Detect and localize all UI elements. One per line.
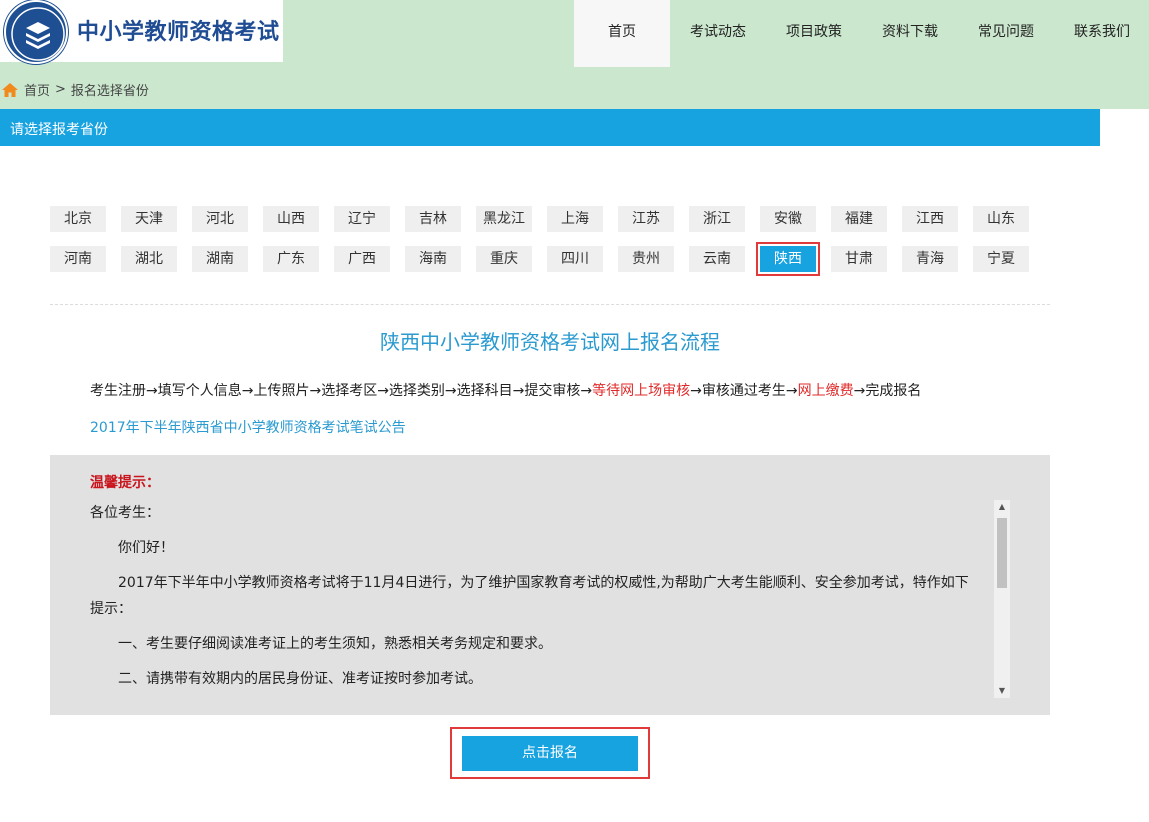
province-button[interactable]: 吉林 <box>405 206 461 232</box>
province-button[interactable]: 辽宁 <box>334 206 390 232</box>
province-button[interactable]: 宁夏 <box>973 246 1029 272</box>
tips-content[interactable]: 各位考生： 你们好！ 2017年下半年中小学教师资格考试将于11月4日进行，为了… <box>90 500 980 698</box>
scroll-down-icon[interactable]: ▼ <box>994 684 1010 698</box>
breadcrumb-home-link[interactable]: 首页 <box>24 80 50 99</box>
logo-emblem-icon <box>4 0 68 64</box>
province-button[interactable]: 福建 <box>831 206 887 232</box>
nav-faq[interactable]: 常见问题 <box>958 0 1054 67</box>
province-button[interactable]: 天津 <box>121 206 177 232</box>
flow-steps-a: 考生注册→填写个人信息→上传照片→选择考区→选择类别→选择科目→提交审核→ <box>90 383 593 399</box>
flow-title: 陕西中小学教师资格考试网上报名流程 <box>380 330 720 354</box>
province-button[interactable]: 江苏 <box>618 206 674 232</box>
province-button[interactable]: 山西 <box>263 206 319 232</box>
section-header: 请选择报考省份 <box>0 109 1100 146</box>
register-button-highlight: 点击报名 <box>450 727 650 779</box>
nav-downloads[interactable]: 资料下载 <box>862 0 958 67</box>
scroll-up-icon[interactable]: ▲ <box>994 500 1010 514</box>
province-button-selected[interactable]: 陕西 <box>756 242 820 276</box>
province-selector: 北京 天津 河北 山西 辽宁 吉林 黑龙江 上海 江苏 浙江 安徽 福建 江西 … <box>50 206 1050 286</box>
exam-notice-link[interactable]: 2017年下半年陕西省中小学教师资格考试笔试公告 <box>90 417 406 437</box>
province-button[interactable]: 河南 <box>50 246 106 272</box>
province-button[interactable]: 云南 <box>689 246 745 272</box>
tips-title: 温馨提示： <box>90 475 160 491</box>
province-button[interactable]: 江西 <box>902 206 958 232</box>
nav-contact[interactable]: 联系我们 <box>1054 0 1149 67</box>
scroll-thumb[interactable] <box>997 518 1007 588</box>
home-icon <box>2 82 18 97</box>
breadcrumb-bar: 首页 > 报名选择省份 <box>0 67 1149 109</box>
tips-hello: 你们好！ <box>118 540 174 556</box>
breadcrumb-current: 报名选择省份 <box>70 84 149 99</box>
province-button[interactable]: 重庆 <box>476 246 532 272</box>
tips-box: 温馨提示： 各位考生： 你们好！ 2017年下半年中小学教师资格考试将于11月4… <box>50 455 1050 715</box>
nav-policy[interactable]: 项目政策 <box>766 0 862 67</box>
province-button[interactable]: 甘肃 <box>831 246 887 272</box>
province-button[interactable]: 广西 <box>334 246 390 272</box>
province-button[interactable]: 北京 <box>50 206 106 232</box>
section-title: 请选择报考省份 <box>10 122 108 138</box>
province-button[interactable]: 海南 <box>405 246 461 272</box>
province-button[interactable]: 浙江 <box>689 206 745 232</box>
tips-paragraph: 2017年下半年中小学教师资格考试将于11月4日进行，为了维护国家教育考试的权威… <box>90 575 969 617</box>
province-button[interactable]: 上海 <box>547 206 603 232</box>
registration-flow: 考生注册→填写个人信息→上传照片→选择考区→选择类别→选择科目→提交审核→等待网… <box>90 380 921 400</box>
nav-home[interactable]: 首页 <box>574 0 670 67</box>
tips-greeting: 各位考生： <box>90 505 160 521</box>
province-button[interactable]: 湖北 <box>121 246 177 272</box>
province-button[interactable]: 河北 <box>192 206 248 232</box>
province-button[interactable]: 四川 <box>547 246 603 272</box>
province-button[interactable]: 山东 <box>973 206 1029 232</box>
tips-item: 一、考生要仔细阅读准考证上的考生须知，熟悉相关考务规定和要求。 <box>118 636 552 652</box>
province-button[interactable]: 安徽 <box>760 206 816 232</box>
tips-scrollbar[interactable]: ▲ ▼ <box>994 500 1010 698</box>
flow-step-review: 等待网上场审核 <box>592 383 691 399</box>
divider <box>50 304 1050 305</box>
tips-item: 二、请携带有效期内的居民身份证、准考证按时参加考试。 <box>118 671 482 687</box>
breadcrumb-separator: > <box>55 82 66 97</box>
province-row-1: 北京 天津 河北 山西 辽宁 吉林 黑龙江 上海 江苏 浙江 安徽 福建 江西 … <box>50 206 1050 232</box>
province-button[interactable]: 青海 <box>902 246 958 272</box>
main-nav: 首页 考试动态 项目政策 资料下载 常见问题 联系我们 <box>574 0 1149 67</box>
breadcrumb: 首页 > 报名选择省份 <box>2 80 149 99</box>
province-button[interactable]: 贵州 <box>618 246 674 272</box>
flow-steps-b: →审核通过考生→ <box>690 383 798 399</box>
province-row-2: 河南 湖北 湖南 广东 广西 海南 重庆 四川 贵州 云南 陕西 甘肃 青海 宁… <box>50 242 1050 276</box>
province-button[interactable]: 湖南 <box>192 246 248 272</box>
site-title: 中小学教师资格考试 <box>77 20 280 45</box>
province-button[interactable]: 黑龙江 <box>476 206 532 232</box>
flow-steps-c: →完成报名 <box>853 383 922 399</box>
nav-exam-news[interactable]: 考试动态 <box>670 0 766 67</box>
flow-step-payment: 网上缴费 <box>797 383 854 399</box>
province-button[interactable]: 广东 <box>263 246 319 272</box>
logo-area[interactable]: 中小学教师资格考试 <box>0 0 283 64</box>
register-button[interactable]: 点击报名 <box>462 736 638 771</box>
site-header: 中小学教师资格考试 首页 考试动态 项目政策 资料下载 常见问题 联系我们 <box>0 0 1149 67</box>
